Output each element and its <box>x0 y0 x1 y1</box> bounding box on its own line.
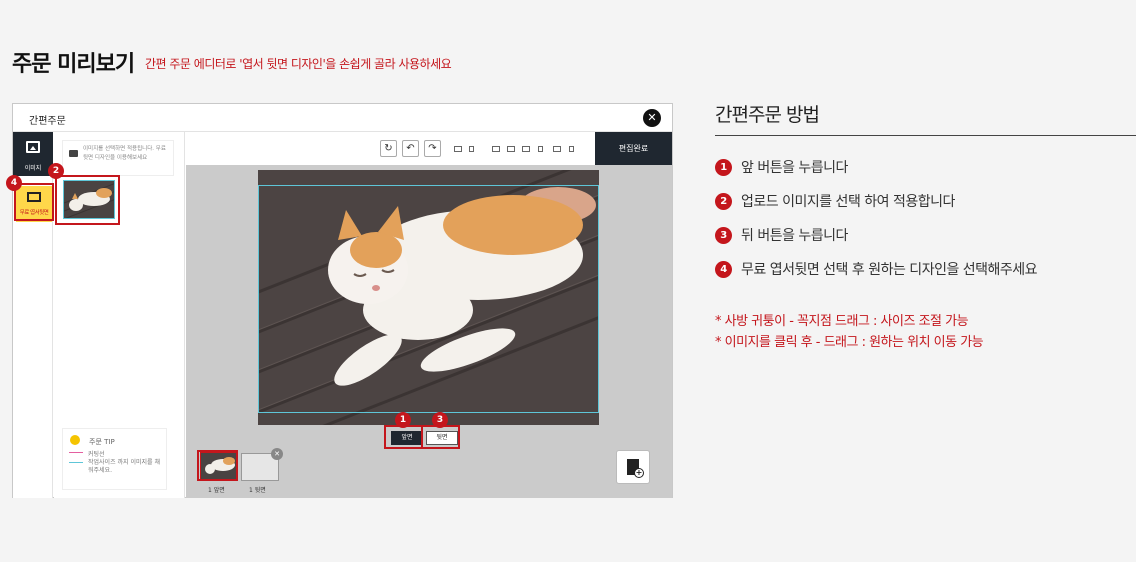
info-box: 이미지를 선택하면 적용됩니다. 무료 뒷면 디자인을 이용해보세요 <box>62 140 174 176</box>
chat-icon <box>69 150 78 157</box>
badge-2: 2 <box>48 163 64 179</box>
rotate-right-90-icon: ↷ <box>428 143 437 154</box>
step-number: 1 <box>715 158 732 176</box>
editor-toolbar: ↻ ↶ ↷ 편집완료 <box>186 132 672 165</box>
step-3: 3 뒤 버튼을 누릅니다 <box>715 225 848 245</box>
rotate-button[interactable]: ↻ <box>380 140 397 157</box>
page-subtitle: 간편 주문 에디터로 '엽서 뒷면 디자인'을 손쉽게 골라 사용하세요 <box>145 57 452 71</box>
image-icon <box>26 141 40 153</box>
size-option-icon[interactable] <box>454 146 462 152</box>
tip-title: 주문 TIP <box>89 438 115 446</box>
nav-image-tab[interactable]: 이미지 <box>13 132 53 176</box>
plus-icon: + <box>634 468 644 478</box>
highlight-front-button <box>384 425 423 449</box>
edit-done-button[interactable]: 편집완료 <box>595 132 672 165</box>
step-text: 무료 엽서뒷면 선택 후 원하는 디자인을 선택해주세요 <box>741 262 1038 278</box>
badge-1: 1 <box>395 412 411 428</box>
editor-header: 간편주문 ✕ <box>13 104 672 132</box>
close-button[interactable]: ✕ <box>643 109 661 127</box>
step-4: 4 무료 엽서뒷면 선택 후 원하는 디자인을 선택해주세요 <box>715 259 1038 279</box>
info-text: 이미지를 선택하면 적용됩니다. 무료 뒷면 디자인을 이용해보세요 <box>83 146 166 161</box>
work-size-legend <box>69 462 83 463</box>
step-text: 뒤 버튼을 누릅니다 <box>741 228 848 244</box>
note-resize: * 사방 귀퉁이 - 꼭지점 드래그 : 사이즈 조절 가능 <box>715 314 969 329</box>
editor-window: 간편주문 ✕ 이미지 무료 엽서뒷면 이미지를 선택하면 적용됩니다. 무료 뒷… <box>12 103 673 498</box>
editor-title: 간편주문 <box>29 116 66 127</box>
page-title: 주문 미리보기 <box>12 52 135 77</box>
size-option-icon[interactable] <box>538 146 543 152</box>
highlight-postcard-tab <box>14 183 54 221</box>
badge-3: 3 <box>432 412 448 428</box>
size-option-icon[interactable] <box>569 146 574 152</box>
size-option-icon[interactable] <box>492 146 500 152</box>
step-number: 3 <box>715 226 732 244</box>
rotate-left-90-icon: ↶ <box>406 143 415 154</box>
size-option-icon[interactable] <box>522 146 530 152</box>
step-number: 4 <box>715 260 732 278</box>
page-label-back: 1 뒷면 <box>249 487 266 494</box>
badge-4: 4 <box>6 175 22 191</box>
step-text: 앞 버튼을 누릅니다 <box>741 160 848 176</box>
delete-page-icon[interactable]: ✕ <box>271 448 283 460</box>
tip-icon <box>70 435 80 445</box>
tip-line2-text: 작업사이즈 까지 이미지를 채워주세요. <box>88 459 160 474</box>
step-number: 2 <box>715 192 732 210</box>
highlight-back-button <box>421 425 460 449</box>
rotate-left-button[interactable]: ↶ <box>402 140 419 157</box>
step-2: 2 업로드 이미지를 선택 하여 적용합니다 <box>715 191 955 211</box>
rotate-right-button[interactable]: ↷ <box>424 140 441 157</box>
add-page-button[interactable]: + <box>616 450 650 484</box>
cat-photo <box>258 170 599 425</box>
step-text: 업로드 이미지를 선택 하여 적용합니다 <box>741 194 955 210</box>
howto-divider <box>715 135 1136 136</box>
highlight-uploaded-image <box>55 175 120 225</box>
cut-line-legend <box>69 452 83 453</box>
note-move: * 이미지를 클릭 후 - 드래그 : 원하는 위치 이동 가능 <box>715 335 984 350</box>
rotate-icon: ↻ <box>384 143 393 154</box>
howto-title: 간편주문 방법 <box>715 104 820 126</box>
size-option-icon[interactable] <box>469 146 474 152</box>
close-icon: ✕ <box>647 111 657 124</box>
highlight-front-thumb <box>197 450 238 481</box>
size-option-icon[interactable] <box>553 146 561 152</box>
canvas-photo[interactable] <box>258 170 599 425</box>
order-tip-box: 주문 TIP 커팅선 작업사이즈 까지 이미지를 채워주세요. <box>62 428 167 490</box>
nav-image-label: 이미지 <box>24 165 42 172</box>
page-label-front: 1 앞면 <box>208 487 225 494</box>
size-option-icon[interactable] <box>507 146 515 152</box>
step-1: 1 앞 버튼을 누릅니다 <box>715 157 848 177</box>
tip-line1-text: 커팅선 <box>88 451 105 458</box>
